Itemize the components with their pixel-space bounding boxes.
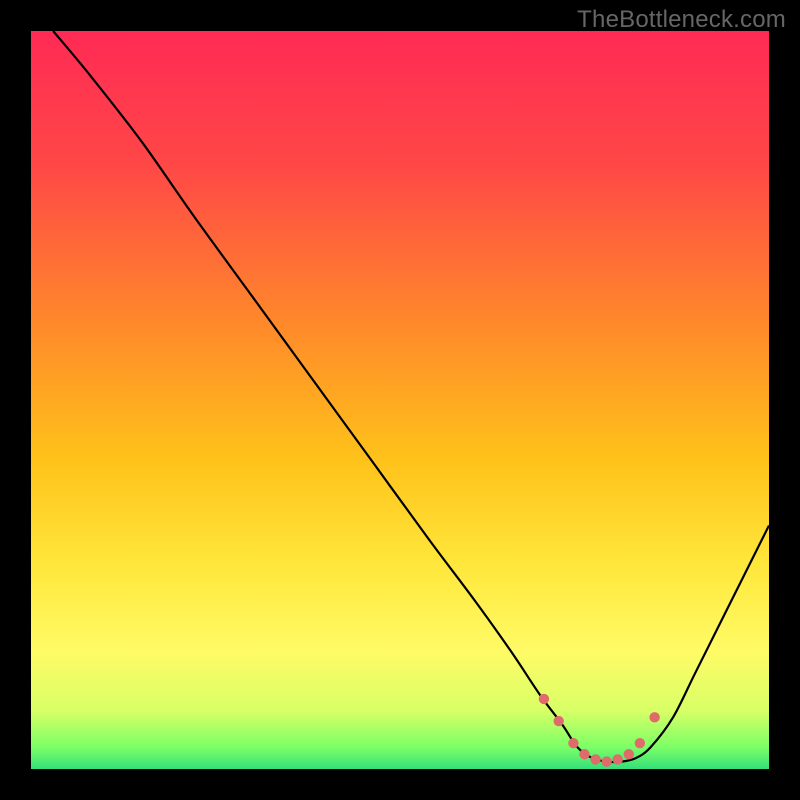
marker-point (590, 754, 600, 764)
marker-point (601, 756, 611, 766)
marker-point (553, 716, 563, 726)
marker-point (635, 738, 645, 748)
marker-point (649, 712, 659, 722)
chart-frame: TheBottleneck.com (0, 0, 800, 800)
marker-point (624, 749, 634, 759)
watermark-text: TheBottleneck.com (577, 6, 786, 34)
bottleneck-chart-svg (31, 31, 769, 769)
plot-area (31, 31, 769, 769)
marker-point (579, 749, 589, 759)
marker-point (613, 754, 623, 764)
marker-point (539, 694, 549, 704)
marker-point (568, 738, 578, 748)
